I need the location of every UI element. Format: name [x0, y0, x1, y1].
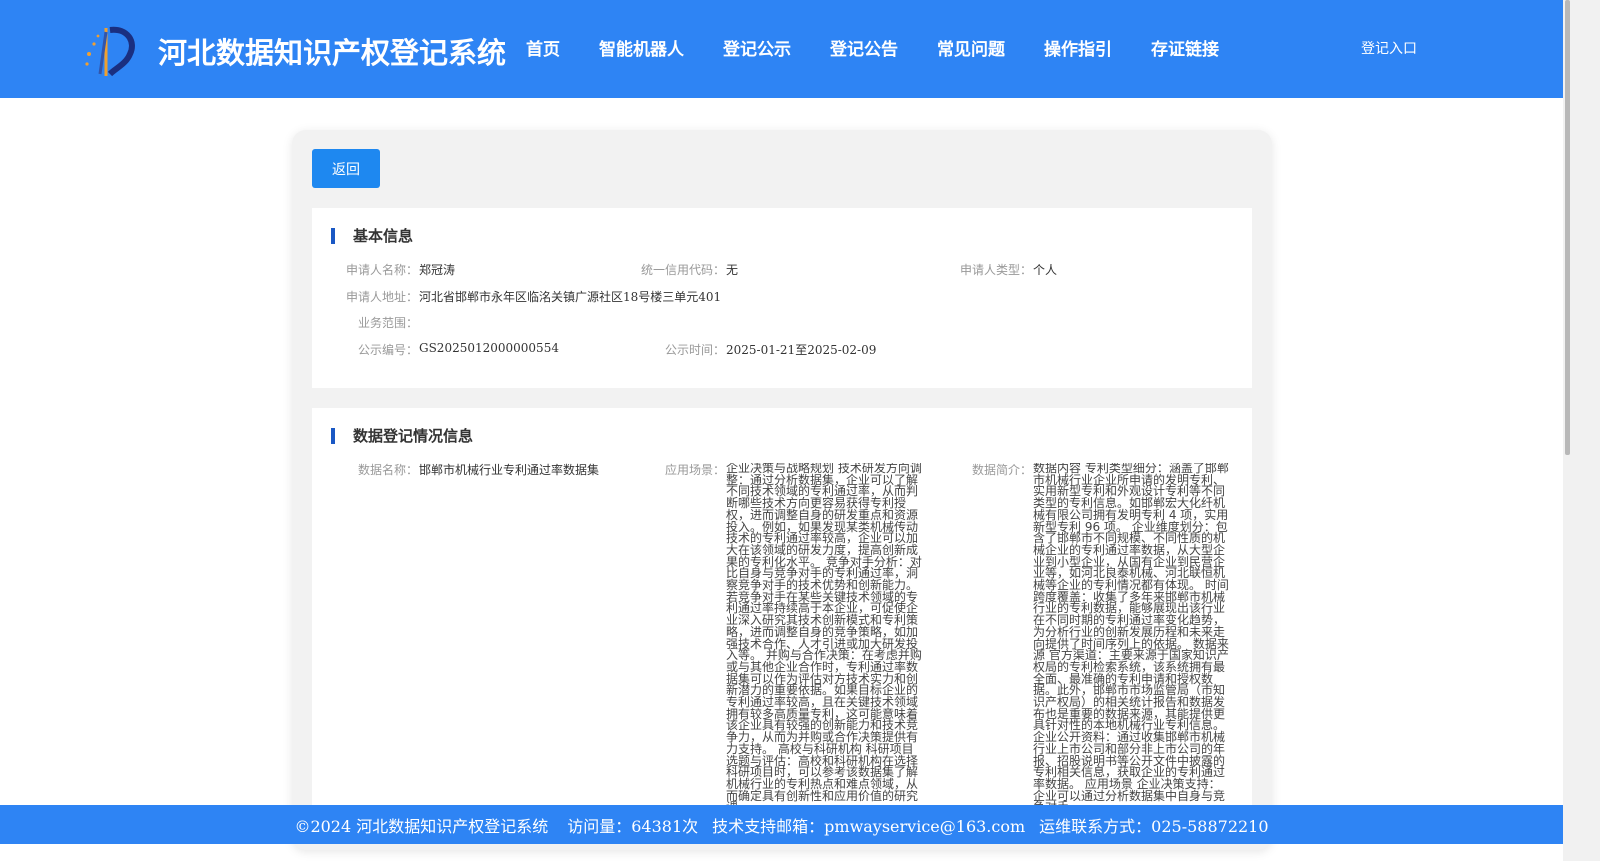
notice-time-value: 2025-01-21至2025-02-09 [726, 343, 877, 357]
section-marker [331, 228, 335, 244]
credit-code-value: 无 [726, 263, 739, 277]
nav-registration-publicity[interactable]: 登记公示 [723, 35, 791, 60]
back-button[interactable]: 返回 [312, 149, 380, 188]
logo-icon [85, 26, 135, 77]
applicant-name-value: 郑冠涛 [419, 263, 456, 277]
top-header: 河北数据知识产权登记系统 首页 智能机器人 登记公示 登记公告 常见问题 操作指… [0, 0, 1563, 98]
intro-label: 数据简介： [971, 463, 1032, 477]
scenario-text: 企业决策与战略规划 技术研发方向调整：通过分析数据集，企业可以了解不同技术领域的… [726, 463, 922, 805]
basic-info-title: 基本信息 [353, 227, 414, 245]
applicant-type-value: 个人 [1033, 263, 1058, 277]
nav-home[interactable]: 首页 [526, 35, 560, 60]
scenario-label: 应用场景： [664, 463, 725, 477]
section-marker [331, 428, 335, 444]
footer-copyright: ©2024 河北数据知识产权登记系统 [294, 816, 549, 836]
credit-code-label: 统一信用代码： [640, 263, 725, 277]
intro-text: 数据内容 专利类型细分：涵盖了邯郸市机械行业企业所申请的发明专利、实用新型专利和… [1033, 463, 1229, 805]
site-title: 河北数据知识产权登记系统 [158, 36, 507, 70]
address-value: 河北省邯郸市永年区临洺关镇广源社区18号楼三单元401 [419, 290, 722, 304]
footer-email: 技术支持邮箱：pmwayservice@163.com [712, 816, 1026, 836]
data-name-label: 数据名称： [357, 463, 418, 477]
data-info-panel: 数据登记情况信息 数据名称： 邯郸市机械行业专利通过率数据集 应用场景： 企业决… [312, 408, 1252, 828]
footer: ©2024 河北数据知识产权登记系统 访问量：64381次 技术支持邮箱：pmw… [0, 805, 1563, 844]
notice-number-label: 公示编号： [357, 343, 418, 357]
address-label: 申请人地址： [345, 290, 418, 304]
scrollbar-thumb[interactable] [1565, 0, 1570, 455]
data-info-title: 数据登记情况信息 [353, 427, 474, 445]
nav-faq[interactable]: 常见问题 [937, 35, 1005, 60]
basic-info-panel: 基本信息 申请人名称： 郑冠涛 统一信用代码： 无 申请人类型： 个人 申请人地… [312, 208, 1252, 388]
notice-number-value: GS2025012000000554 [419, 341, 559, 355]
data-name-value: 邯郸市机械行业专利通过率数据集 [419, 463, 600, 477]
nav-guide[interactable]: 操作指引 [1044, 35, 1112, 60]
applicant-name-label: 申请人名称： [345, 263, 418, 277]
applicant-type-label: 申请人类型： [959, 263, 1032, 277]
business-scope-label: 业务范围： [357, 316, 418, 330]
nav-evidence-link[interactable]: 存证链接 [1151, 35, 1219, 60]
notice-time-label: 公示时间： [664, 343, 725, 357]
nav-registration-announcement[interactable]: 登记公告 [830, 35, 898, 60]
footer-phone: 运维联系方式：025-58872210 [1039, 816, 1269, 836]
nav-robot[interactable]: 智能机器人 [599, 35, 684, 60]
footer-visits: 访问量：64381次 [567, 816, 699, 836]
main-nav: 首页 智能机器人 登记公示 登记公告 常见问题 操作指引 存证链接 [520, 35, 1219, 60]
login-link[interactable]: 登记入口 [1361, 38, 1417, 58]
